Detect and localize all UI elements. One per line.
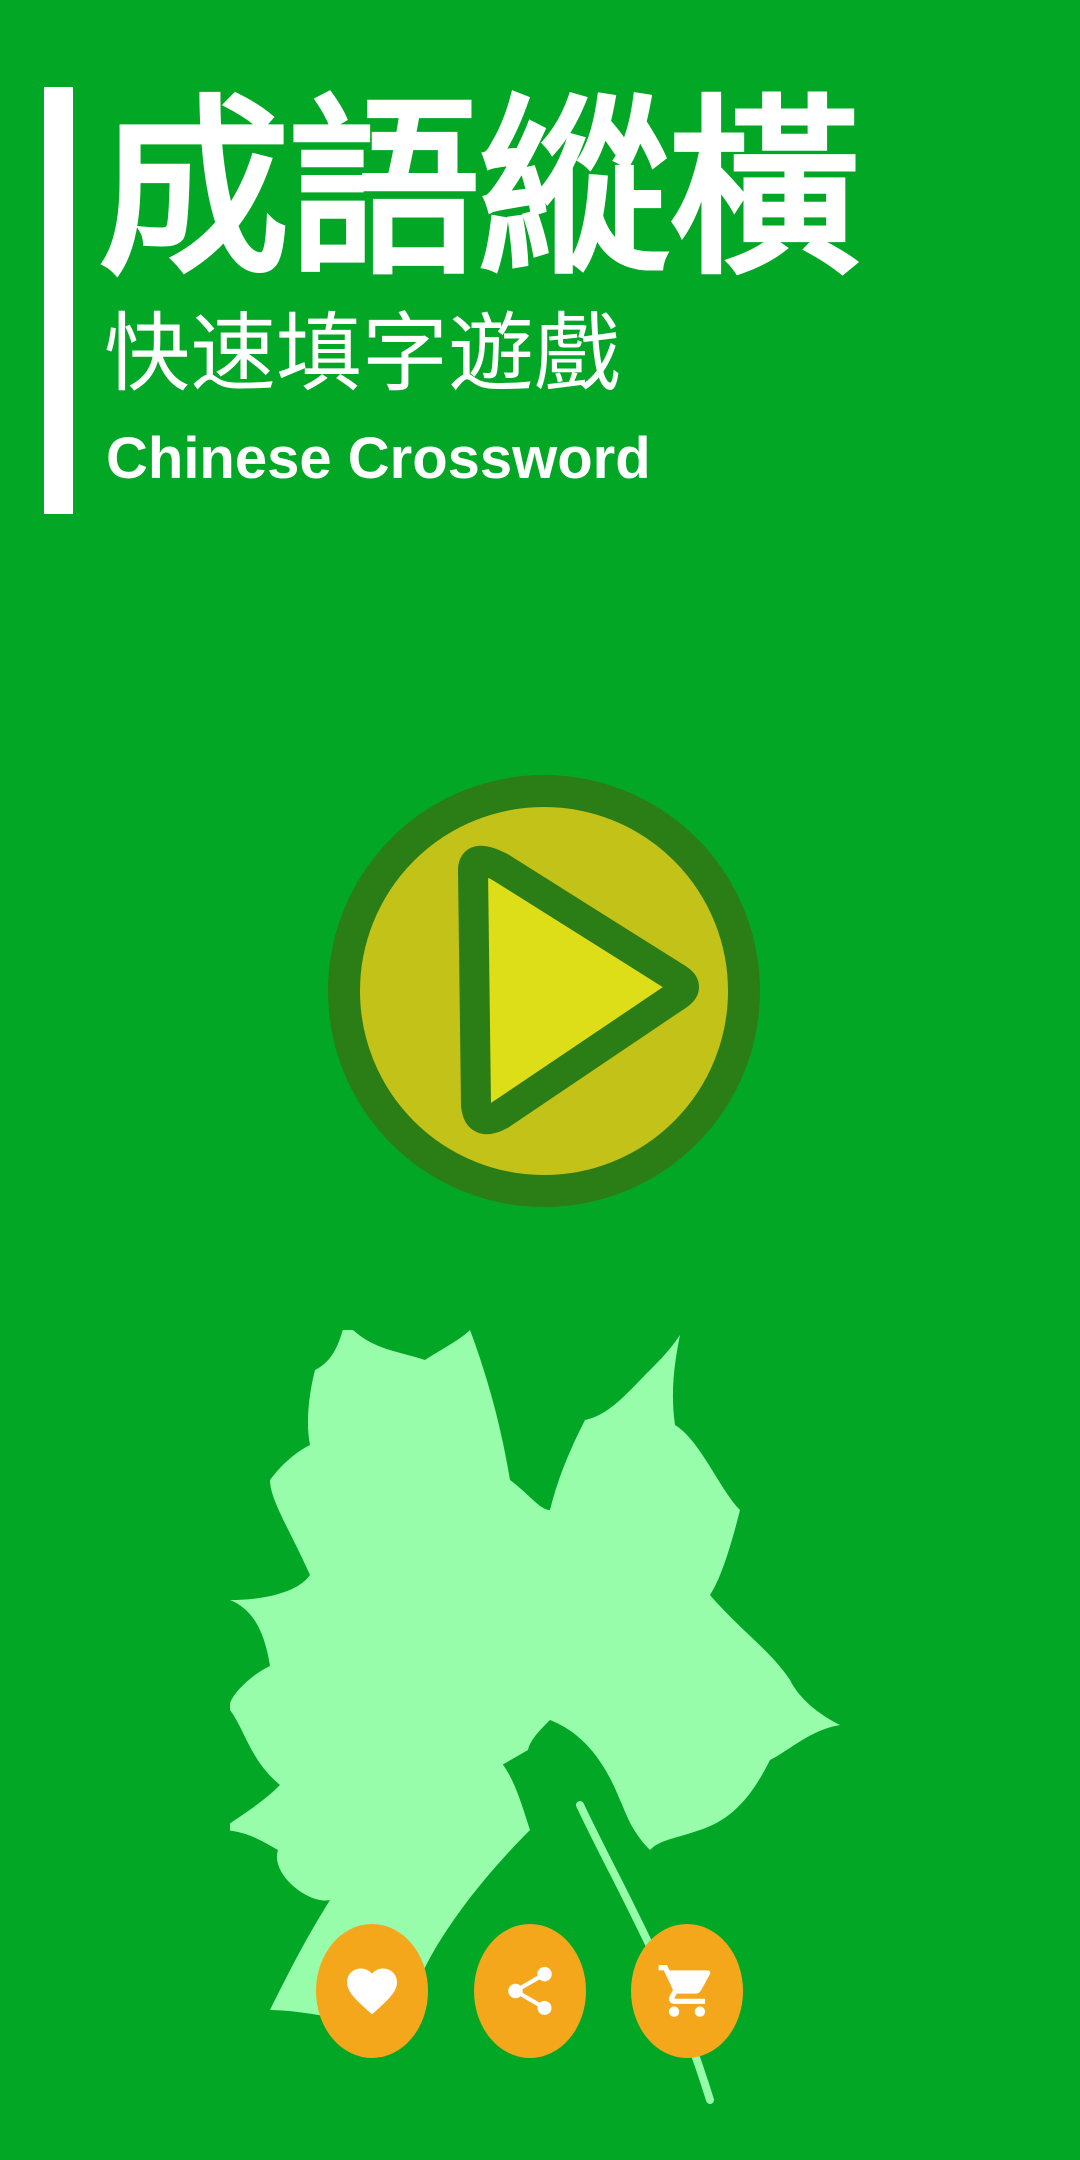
game-title: 成語縱橫 <box>98 79 860 302</box>
play-icon <box>328 775 760 1207</box>
play-button[interactable] <box>328 775 760 1207</box>
main-menu-screen: 成語縱橫 快速填字遊戲 Chinese Crossword <box>0 0 1080 2160</box>
share-icon <box>508 1966 552 2015</box>
share-button[interactable] <box>474 1924 586 2058</box>
like-button[interactable] <box>316 1924 428 2058</box>
game-english-title: Chinese Crossword <box>106 426 651 491</box>
heart-icon <box>347 1968 397 2015</box>
cart-icon <box>658 1965 711 2017</box>
title-accent-bar <box>44 87 73 514</box>
game-subtitle: 快速填字遊戲 <box>104 304 620 404</box>
shop-button[interactable] <box>631 1924 743 2058</box>
